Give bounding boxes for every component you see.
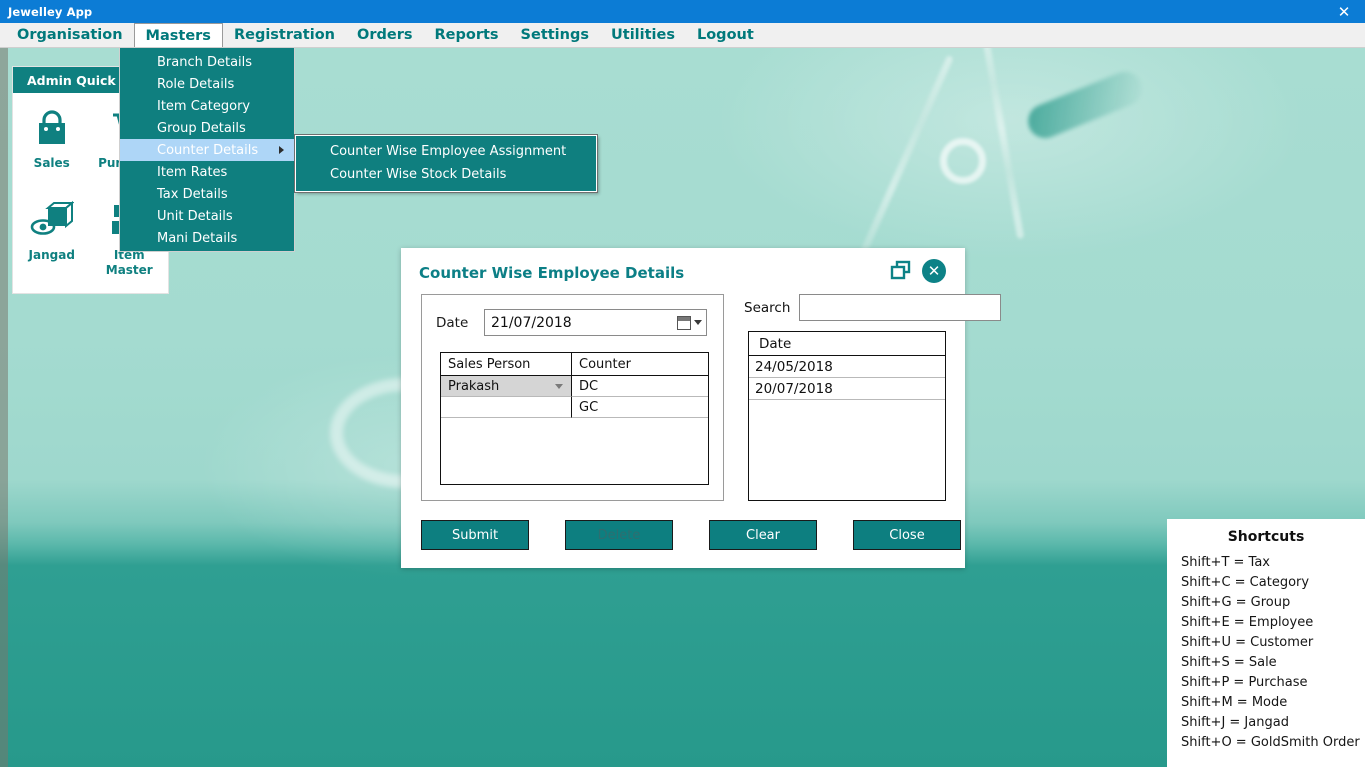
chevron-down-icon[interactable] — [694, 320, 702, 325]
dialog-left-group: Date 21/07/2018 Sales Person Counter Pra… — [421, 294, 724, 501]
shortcut-item: Shift+E = Employee — [1181, 615, 1314, 630]
date-value: 21/07/2018 — [491, 314, 572, 331]
date-input[interactable]: 21/07/2018 — [484, 309, 707, 336]
quick-tile-label: Jangad — [28, 248, 75, 262]
chevron-right-icon — [279, 146, 284, 154]
submit-button[interactable]: Submit — [421, 520, 529, 550]
sales-person-value — [441, 397, 572, 418]
shortcut-item: Shift+P = Purchase — [1181, 675, 1308, 690]
dropdown-item-label: Counter Details — [157, 142, 259, 158]
clear-button[interactable]: Clear — [709, 520, 817, 550]
counter-wise-employee-details-dialog: Counter Wise Employee Details ✕ Date 21/… — [401, 248, 1002, 568]
chain-decoration — [982, 48, 1025, 240]
shortcut-item: Shift+J = Jangad — [1181, 715, 1289, 730]
pendant-decoration — [1023, 66, 1147, 144]
dialog-close-icon[interactable]: ✕ — [922, 259, 946, 283]
date-label: Date — [436, 314, 469, 331]
search-row: Search — [744, 294, 1002, 321]
shortcut-item: Shift+O = GoldSmith Order — [1181, 735, 1360, 750]
grid-header-row: Sales Person Counter — [441, 353, 708, 376]
menu-item-orders[interactable]: Orders — [346, 23, 423, 47]
dialog-title: Counter Wise Employee Details — [419, 264, 685, 282]
date-list-grid: Date 24/05/2018 20/07/2018 — [748, 331, 946, 501]
dialog-button-row: Submit Delete Clear Close — [421, 520, 961, 550]
dropdown-item-unit-details[interactable]: Unit Details — [120, 205, 294, 227]
counter-value: GC — [572, 397, 708, 418]
masters-dropdown-menu: Branch Details Role Details Item Categor… — [119, 47, 295, 252]
shortcut-item: Shift+T = Tax — [1181, 555, 1270, 570]
menu-item-registration[interactable]: Registration — [223, 23, 346, 47]
dropdown-item-group-details[interactable]: Group Details — [120, 117, 294, 139]
menu-item-logout[interactable]: Logout — [686, 23, 765, 47]
sales-person-combo[interactable]: Prakash — [441, 376, 572, 397]
shortcuts-title: Shortcuts — [1227, 529, 1305, 545]
menu-item-organisation[interactable]: Organisation — [6, 23, 134, 47]
clasp-decoration — [940, 138, 986, 184]
column-header-counter: Counter — [572, 353, 708, 376]
shortcut-item: Shift+U = Customer — [1181, 635, 1314, 650]
application-window: Jewelley App ✕ Organisation Masters Regi… — [0, 0, 1365, 767]
grid-empty-area — [441, 418, 708, 485]
shopping-bag-icon — [31, 105, 73, 153]
date-field-row: Date 21/07/2018 — [436, 309, 707, 336]
close-button[interactable]: Close — [853, 520, 961, 550]
shortcut-item: Shift+S = Sale — [1181, 655, 1277, 670]
sales-person-counter-grid: Sales Person Counter Prakash DC GC — [440, 352, 709, 485]
search-label: Search — [744, 299, 791, 316]
submenu-item-counter-wise-stock-details[interactable]: Counter Wise Stock Details — [296, 163, 596, 186]
quick-tile-label: Item Master — [105, 248, 153, 277]
counter-details-submenu: Counter Wise Employee Assignment Counter… — [294, 134, 598, 193]
desktop-left-edge — [0, 48, 8, 767]
app-title: Jewelley App — [8, 4, 93, 19]
chevron-down-icon — [555, 384, 563, 389]
table-row[interactable]: Prakash DC — [441, 376, 708, 397]
dropdown-item-item-category[interactable]: Item Category — [120, 95, 294, 117]
dropdown-item-branch-details[interactable]: Branch Details — [120, 51, 294, 73]
menu-item-settings[interactable]: Settings — [510, 23, 600, 47]
dropdown-item-item-rates[interactable]: Item Rates — [120, 161, 294, 183]
search-input[interactable] — [800, 295, 1001, 320]
shortcut-item: Shift+M = Mode — [1181, 695, 1288, 710]
dropdown-item-tax-details[interactable]: Tax Details — [120, 183, 294, 205]
shortcut-item: Shift+C = Category — [1181, 575, 1310, 590]
list-item[interactable]: 20/07/2018 — [749, 378, 945, 400]
window-close-icon[interactable]: ✕ — [1329, 0, 1359, 23]
menu-item-reports[interactable]: Reports — [423, 23, 509, 47]
box-eye-icon — [30, 197, 74, 245]
submenu-item-counter-wise-employee-assignment[interactable]: Counter Wise Employee Assignment — [296, 140, 596, 163]
dropdown-item-counter-details[interactable]: Counter Details — [120, 139, 294, 161]
sales-person-value: Prakash — [448, 378, 500, 394]
menu-item-masters[interactable]: Masters — [133, 23, 223, 48]
table-row[interactable]: GC — [441, 397, 708, 418]
menu-bar: Organisation Masters Registration Orders… — [0, 23, 1365, 48]
menu-item-utilities[interactable]: Utilities — [600, 23, 686, 47]
column-header-date: Date — [749, 332, 945, 356]
column-header-sales-person: Sales Person — [441, 353, 572, 376]
dropdown-item-mani-details[interactable]: Mani Details — [120, 227, 294, 249]
quick-tile-label: Sales — [33, 156, 70, 170]
title-bar: Jewelley App ✕ — [0, 0, 1365, 23]
list-item[interactable]: 24/05/2018 — [749, 356, 945, 378]
calendar-icon[interactable] — [677, 315, 691, 330]
quick-tile-sales[interactable]: Sales — [13, 99, 91, 191]
shortcuts-panel: Shortcuts Shift+T = Tax Shift+C = Catego… — [1167, 519, 1365, 767]
shortcut-item: Shift+G = Group — [1181, 595, 1291, 610]
search-box[interactable] — [799, 294, 1002, 321]
restore-icon[interactable] — [890, 260, 912, 282]
dropdown-item-role-details[interactable]: Role Details — [120, 73, 294, 95]
delete-button[interactable]: Delete — [565, 520, 673, 550]
quick-tile-jangad[interactable]: Jangad — [13, 191, 91, 283]
counter-value: DC — [572, 376, 708, 397]
